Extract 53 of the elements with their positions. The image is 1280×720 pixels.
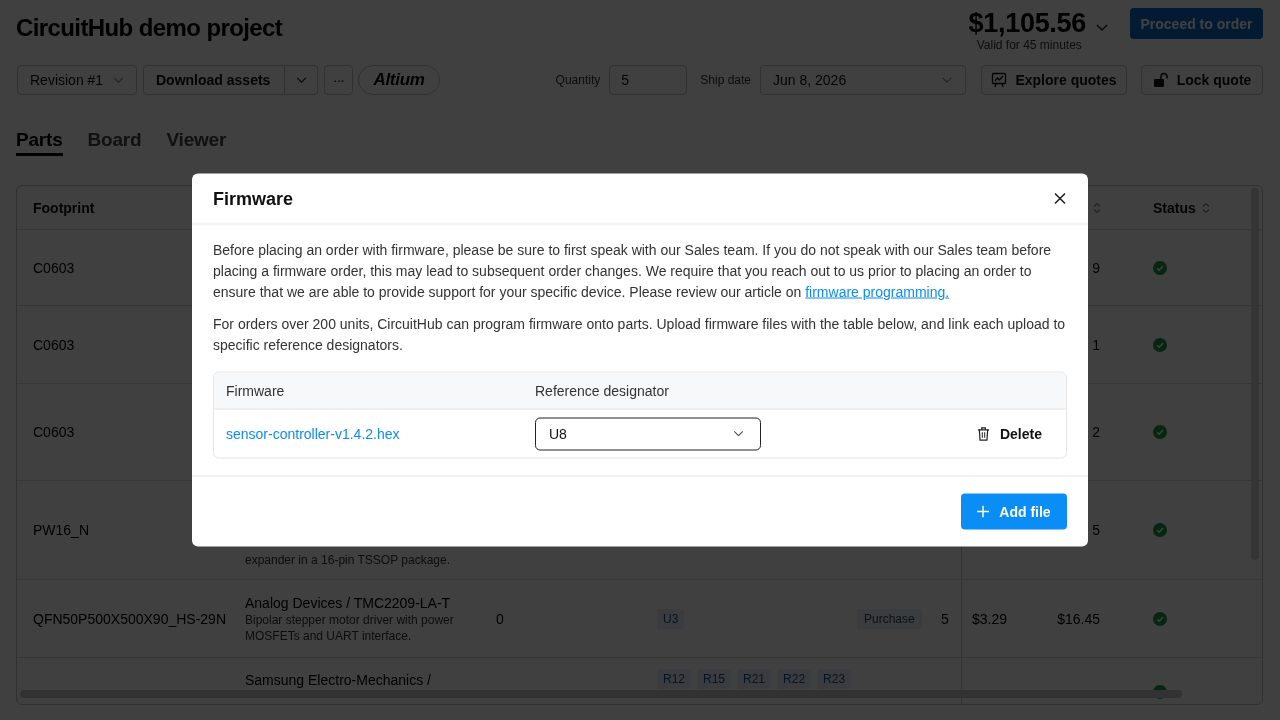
revision-select[interactable]: Revision #1 xyxy=(17,65,137,95)
lock-quote-button[interactable]: Lock quote xyxy=(1141,65,1263,95)
dialog-paragraph: Before placing an order with firmware, please be sure to first speak with our Sales team. If you do not speak with our Sales team before placing a firmware order, this may lead to subsequent order changes. We require that you reach out to us prior to placing an order to ensure that we are able to provide support for your specific device. Please review our article on firmware programming. xyxy=(213,240,1053,302)
footprint-cell: QFN50P500X500X90_HS-29N xyxy=(33,610,226,627)
chart-board-icon xyxy=(991,72,1008,88)
delete-button[interactable]: Delete xyxy=(976,425,1042,442)
chevron-down-icon xyxy=(113,77,124,83)
horizontal-scrollbar[interactable] xyxy=(20,690,1182,698)
chevron-down-icon xyxy=(295,77,307,83)
unlocked-padlock-icon xyxy=(1152,72,1169,88)
sort-icon[interactable] xyxy=(1093,201,1101,214)
cad-tool-button[interactable]: Altium xyxy=(358,65,440,95)
ship-date-select[interactable]: Jun 8, 2026 xyxy=(760,65,966,95)
footprint-cell: C0603 xyxy=(33,336,75,353)
close-icon xyxy=(1054,192,1066,205)
column-header: Firmware xyxy=(225,382,286,399)
table-cell: 2 xyxy=(1092,424,1100,440)
dialog-paragraph: For orders over 200 units, CircuitHub can program firmware onto parts. Upload firmware files with the table below, and link each upload to specific reference designators. xyxy=(213,314,1067,355)
close-button[interactable] xyxy=(1052,190,1068,207)
sort-icon[interactable] xyxy=(1201,201,1210,214)
column-header[interactable]: Footprint xyxy=(33,199,95,216)
part-name: Analog Devices / TMC2209-LA-T xyxy=(245,593,452,612)
table-cell: $3.29 xyxy=(972,610,1008,627)
firmware-file-link[interactable]: sensor-controller-v1.4.2.hex xyxy=(226,425,400,442)
chevron-down-icon xyxy=(941,77,953,83)
explore-quotes-button[interactable]: Explore quotes xyxy=(981,65,1127,95)
more-button[interactable]: ··· xyxy=(324,65,353,95)
tab[interactable]: Parts xyxy=(16,129,63,156)
footprint-cell: C0603 xyxy=(33,259,75,276)
chevron-down-icon xyxy=(733,430,744,437)
table-cell: 5 xyxy=(1092,522,1100,538)
table-cell: 1 xyxy=(1092,336,1100,353)
quantity-field[interactable]: 5 xyxy=(609,65,688,95)
dialog-title: Firmware xyxy=(213,188,294,209)
column-header: Reference designator xyxy=(534,382,670,399)
plus-icon xyxy=(977,505,990,518)
trash-icon xyxy=(976,426,990,441)
project-title: CircuitHub demo project xyxy=(16,14,283,42)
download-menu-button[interactable] xyxy=(285,65,318,95)
column-header[interactable]: Status xyxy=(1153,199,1196,216)
part-name: Samsung Electro-Mechanics / xyxy=(245,671,431,689)
designator-select[interactable]: U8 xyxy=(535,417,761,450)
add-file-button[interactable]: Add file xyxy=(961,493,1067,530)
quote-price: $1,105.56 xyxy=(968,8,1086,38)
chevron-down-icon[interactable] xyxy=(1096,23,1108,31)
table-cell: 0 xyxy=(496,610,504,627)
article-link[interactable]: firmware programming. xyxy=(805,283,950,300)
footprint-cell: C0603 xyxy=(33,424,75,440)
table-cell: $16.45 xyxy=(1057,610,1100,627)
download-assets-button[interactable]: Download assets xyxy=(143,65,285,95)
table-cell: 9 xyxy=(1092,259,1100,276)
table-cell: 5 xyxy=(941,610,949,627)
footprint-cell: PW16_N xyxy=(33,522,90,538)
